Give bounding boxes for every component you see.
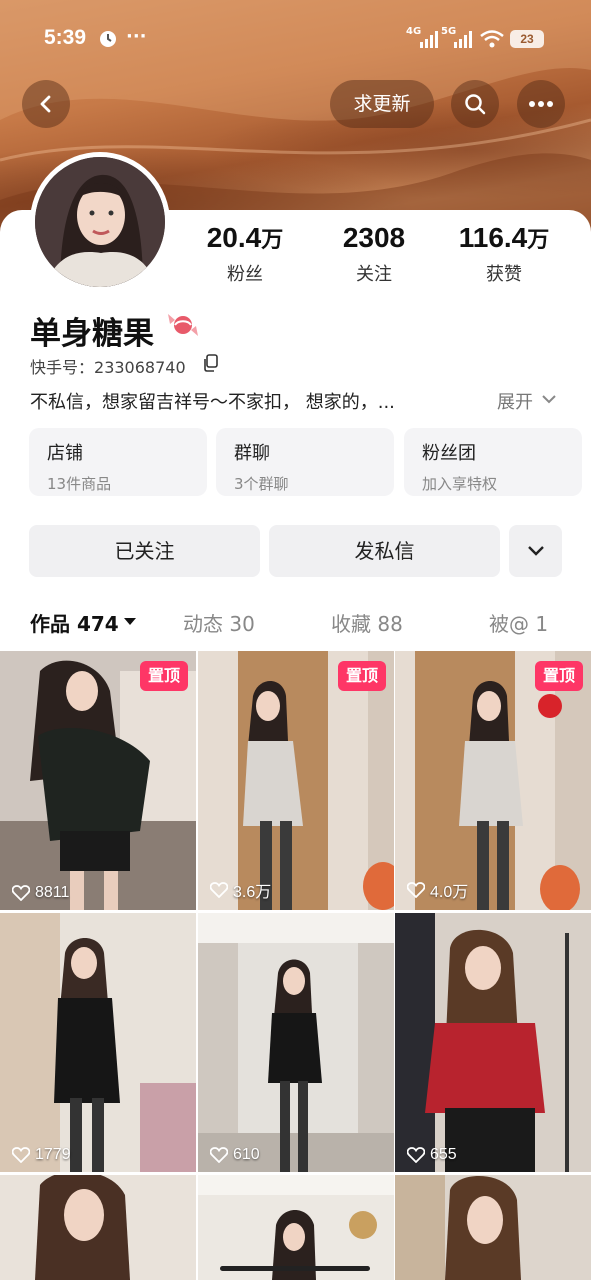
group-chat-tile[interactable]: 群聊 3个群聊 bbox=[216, 428, 394, 496]
video-thumbnail[interactable]: 置顶 3.6万 bbox=[198, 651, 394, 910]
tab-mentioned[interactable]: 被@ 1 bbox=[489, 608, 548, 637]
video-thumbnail[interactable]: 655 bbox=[395, 913, 591, 1172]
profile-bio: 不私信，想家留吉祥号～不家扣， 想家的，... bbox=[30, 392, 395, 413]
pinned-badge: 置顶 bbox=[139, 661, 188, 691]
stat-likes-count: 116.4 bbox=[458, 222, 528, 253]
like-count: 4.0万 bbox=[407, 878, 468, 902]
video-thumbnail-image bbox=[0, 913, 196, 1172]
shop-title: 店铺 bbox=[47, 443, 83, 464]
like-count: 8811 bbox=[12, 884, 69, 902]
like-count-value: 4.0万 bbox=[430, 884, 469, 901]
stat-likes-label: 获赞 bbox=[486, 264, 522, 285]
shop-subtitle: 13件商品 bbox=[47, 475, 112, 493]
request-update-button[interactable]: 求更新 bbox=[330, 80, 434, 128]
more-dots-icon bbox=[529, 101, 553, 107]
group-chat-subtitle: 3个群聊 bbox=[234, 475, 289, 493]
candy-icon bbox=[168, 314, 198, 336]
avatar[interactable] bbox=[30, 152, 170, 292]
more-notifications-icon: ··· bbox=[126, 26, 147, 47]
home-indicator[interactable] bbox=[220, 1266, 370, 1271]
chevron-down-icon bbox=[542, 395, 556, 404]
like-count: 655 bbox=[407, 1146, 457, 1164]
send-message-button[interactable]: 发私信 bbox=[269, 525, 500, 577]
back-button[interactable] bbox=[22, 80, 70, 128]
like-count-value: 3.6万 bbox=[233, 884, 272, 901]
tab-favorites[interactable]: 收藏 88 bbox=[331, 608, 403, 637]
heart-icon bbox=[407, 882, 425, 898]
followed-button[interactable]: 已关注 bbox=[29, 525, 260, 577]
pinned-badge: 置顶 bbox=[337, 661, 386, 691]
profile-nickname: 单身糖果 bbox=[30, 316, 154, 352]
video-thumbnail[interactable] bbox=[198, 1175, 394, 1280]
search-icon bbox=[465, 94, 486, 115]
stat-following-label: 关注 bbox=[356, 264, 392, 285]
stat-following-count: 2308 bbox=[342, 222, 406, 253]
pinned-badge: 置顶 bbox=[534, 661, 583, 691]
signal-bars-2-icon bbox=[452, 30, 474, 52]
signal-bars-icon bbox=[418, 30, 440, 52]
like-count: 1779 bbox=[12, 1146, 71, 1164]
chevron-down-icon bbox=[527, 546, 544, 556]
expand-bio-button[interactable]: 展开 bbox=[497, 388, 533, 414]
battery-level: 23 bbox=[510, 30, 544, 48]
like-count-value: 8811 bbox=[35, 884, 70, 901]
video-thumbnail-image bbox=[198, 913, 394, 1172]
stat-fans[interactable]: 20.4万 粉丝 bbox=[185, 222, 305, 286]
status-time: 5:39 bbox=[44, 26, 87, 49]
wifi-icon bbox=[479, 30, 505, 52]
video-thumbnail[interactable] bbox=[395, 1175, 591, 1280]
stat-fans-unit: 万 bbox=[261, 227, 284, 252]
heart-icon bbox=[12, 1147, 30, 1163]
more-actions-button[interactable] bbox=[509, 525, 562, 577]
video-thumbnail[interactable]: 置顶 4.0万 bbox=[395, 651, 591, 910]
like-count: 610 bbox=[210, 1146, 260, 1164]
caret-down-icon[interactable] bbox=[123, 617, 137, 627]
tab-moments[interactable]: 动态 30 bbox=[183, 608, 255, 637]
chevron-left-icon bbox=[40, 95, 51, 113]
fan-club-tile[interactable]: 粉丝团 加入享特权 bbox=[404, 428, 582, 496]
video-thumbnail-image bbox=[0, 1175, 196, 1280]
like-count: 3.6万 bbox=[210, 878, 271, 902]
video-thumbnail[interactable]: 1779 bbox=[0, 913, 196, 1172]
stat-fans-count: 20.4 bbox=[206, 222, 262, 253]
like-count-value: 655 bbox=[430, 1146, 457, 1163]
tab-works[interactable]: 作品 474 bbox=[30, 608, 119, 637]
fan-club-subtitle: 加入享特权 bbox=[422, 475, 498, 493]
copy-icon[interactable] bbox=[203, 354, 219, 372]
stat-following[interactable]: 2308 关注 bbox=[314, 222, 434, 286]
stat-fans-label: 粉丝 bbox=[227, 264, 263, 285]
video-thumbnail[interactable]: 610 bbox=[198, 913, 394, 1172]
kuaishou-id: 快手号：233068740 bbox=[30, 354, 186, 378]
heart-icon bbox=[210, 1147, 228, 1163]
fan-club-title: 粉丝团 bbox=[422, 443, 476, 464]
video-thumbnail-image bbox=[198, 1175, 394, 1280]
status-bar: 5:39 ··· 4G 5G 23 bbox=[0, 18, 591, 58]
more-options-button[interactable] bbox=[517, 80, 565, 128]
clock-icon bbox=[98, 29, 118, 53]
group-chat-title: 群聊 bbox=[234, 443, 270, 464]
uid-label: 快手号： bbox=[30, 358, 95, 377]
heart-icon bbox=[407, 1147, 425, 1163]
like-count-value: 1779 bbox=[35, 1146, 71, 1163]
shop-tile[interactable]: 店铺 13件商品 bbox=[29, 428, 207, 496]
like-count-value: 610 bbox=[233, 1146, 260, 1163]
search-button[interactable] bbox=[451, 80, 499, 128]
heart-icon bbox=[12, 885, 30, 901]
heart-icon bbox=[210, 882, 228, 898]
video-thumbnail[interactable]: 置顶 8811 bbox=[0, 651, 196, 910]
video-thumbnail-image bbox=[395, 913, 591, 1172]
stat-likes-unit: 万 bbox=[527, 227, 550, 252]
video-thumbnail-image bbox=[395, 1175, 591, 1280]
uid-value: 233068740 bbox=[94, 358, 186, 377]
video-thumbnail[interactable] bbox=[0, 1175, 196, 1280]
stat-likes[interactable]: 116.4万 获赞 bbox=[444, 222, 564, 286]
avatar-photo bbox=[35, 157, 165, 287]
